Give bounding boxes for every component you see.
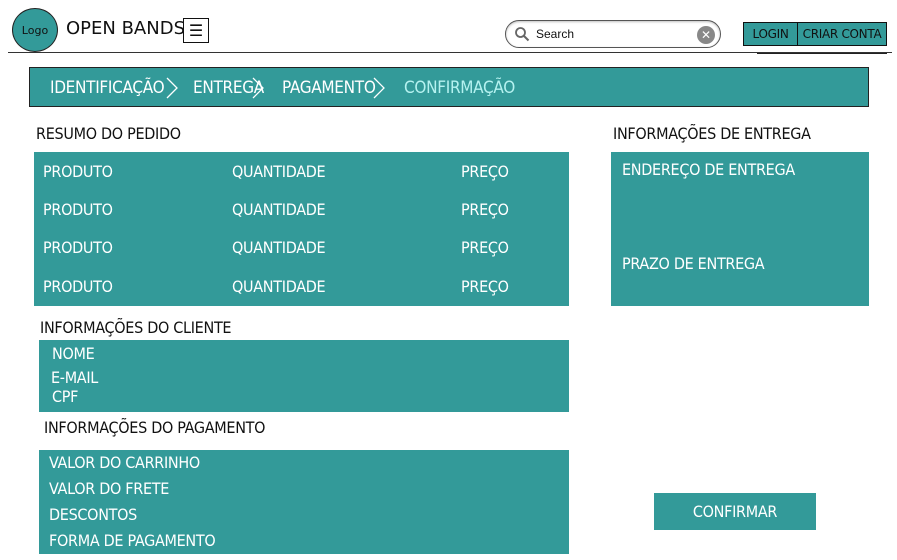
header-divider <box>8 52 892 53</box>
chevron-right-icon <box>166 77 178 99</box>
chevron-right-icon <box>373 77 385 99</box>
customer-email: E-MAIL <box>51 368 99 387</box>
table-cell-product: PRODUTO <box>43 200 113 219</box>
table-cell-quantity: QUANTIDADE <box>232 277 326 296</box>
search-icon <box>515 27 530 42</box>
payment-info-title: INFORMAÇÕES DO PAGAMENTO <box>44 418 266 437</box>
discounts: DESCONTOS <box>49 505 138 524</box>
payment-method: FORMA DE PAGAMENTO <box>49 531 216 550</box>
checkout-steps: IDENTIFICAÇÃO ENTREGA PAGAMENTO CONFIRMA… <box>29 67 869 107</box>
delivery-address: ENDEREÇO DE ENTREGA <box>622 160 795 179</box>
table-cell-product: PRODUTO <box>43 238 113 257</box>
hamburger-icon[interactable]: ☰ <box>183 18 209 43</box>
order-summary-table: PRODUTO QUANTIDADE PREÇO PRODUTO QUANTID… <box>34 152 569 306</box>
step-identification[interactable]: IDENTIFICAÇÃO <box>50 68 165 108</box>
confirm-button[interactable]: CONFIRMAR <box>654 493 816 530</box>
login-button[interactable]: LOGIN <box>743 22 798 46</box>
table-cell-product: PRODUTO <box>43 277 113 296</box>
delivery-deadline: PRAZO DE ENTREGA <box>622 254 765 273</box>
clear-search-icon[interactable]: ✕ <box>697 26 715 44</box>
table-cell-product: PRODUTO <box>43 162 113 181</box>
customer-info-panel: NOME E-MAIL CPF <box>39 340 569 412</box>
create-account-button[interactable]: CRIAR CONTA <box>797 22 887 46</box>
search-bar[interactable]: ✕ <box>505 20 721 48</box>
search-input[interactable] <box>536 24 686 44</box>
table-cell-price: PREÇO <box>461 238 509 257</box>
table-cell-quantity: QUANTIDADE <box>232 200 326 219</box>
table-cell-quantity: QUANTIDADE <box>232 162 326 181</box>
chevron-right-icon <box>252 77 264 99</box>
logo-text: Logo <box>21 23 49 37</box>
delivery-info-panel: ENDEREÇO DE ENTREGA PRAZO DE ENTREGA <box>611 152 869 306</box>
brand-name: OPEN BANDS <box>66 18 185 39</box>
shipping-value: VALOR DO FRETE <box>49 479 170 498</box>
order-summary-title: RESUMO DO PEDIDO <box>36 124 181 143</box>
customer-cpf: CPF <box>52 387 79 406</box>
step-payment[interactable]: PAGAMENTO <box>282 68 376 108</box>
table-cell-price: PREÇO <box>461 162 509 181</box>
customer-info-title: INFORMAÇÕES DO CLIENTE <box>40 318 232 337</box>
table-cell-quantity: QUANTIDADE <box>232 238 326 257</box>
logo[interactable]: Logo <box>12 8 58 52</box>
table-cell-price: PREÇO <box>461 200 509 219</box>
table-cell-price: PREÇO <box>461 277 509 296</box>
payment-info-panel: VALOR DO CARRINHO VALOR DO FRETE DESCONT… <box>39 450 569 554</box>
delivery-info-title: INFORMAÇÕES DE ENTREGA <box>613 124 811 143</box>
step-confirmation[interactable]: CONFIRMAÇÃO <box>404 68 515 108</box>
cart-value: VALOR DO CARRINHO <box>49 453 200 472</box>
customer-name: NOME <box>52 344 95 363</box>
